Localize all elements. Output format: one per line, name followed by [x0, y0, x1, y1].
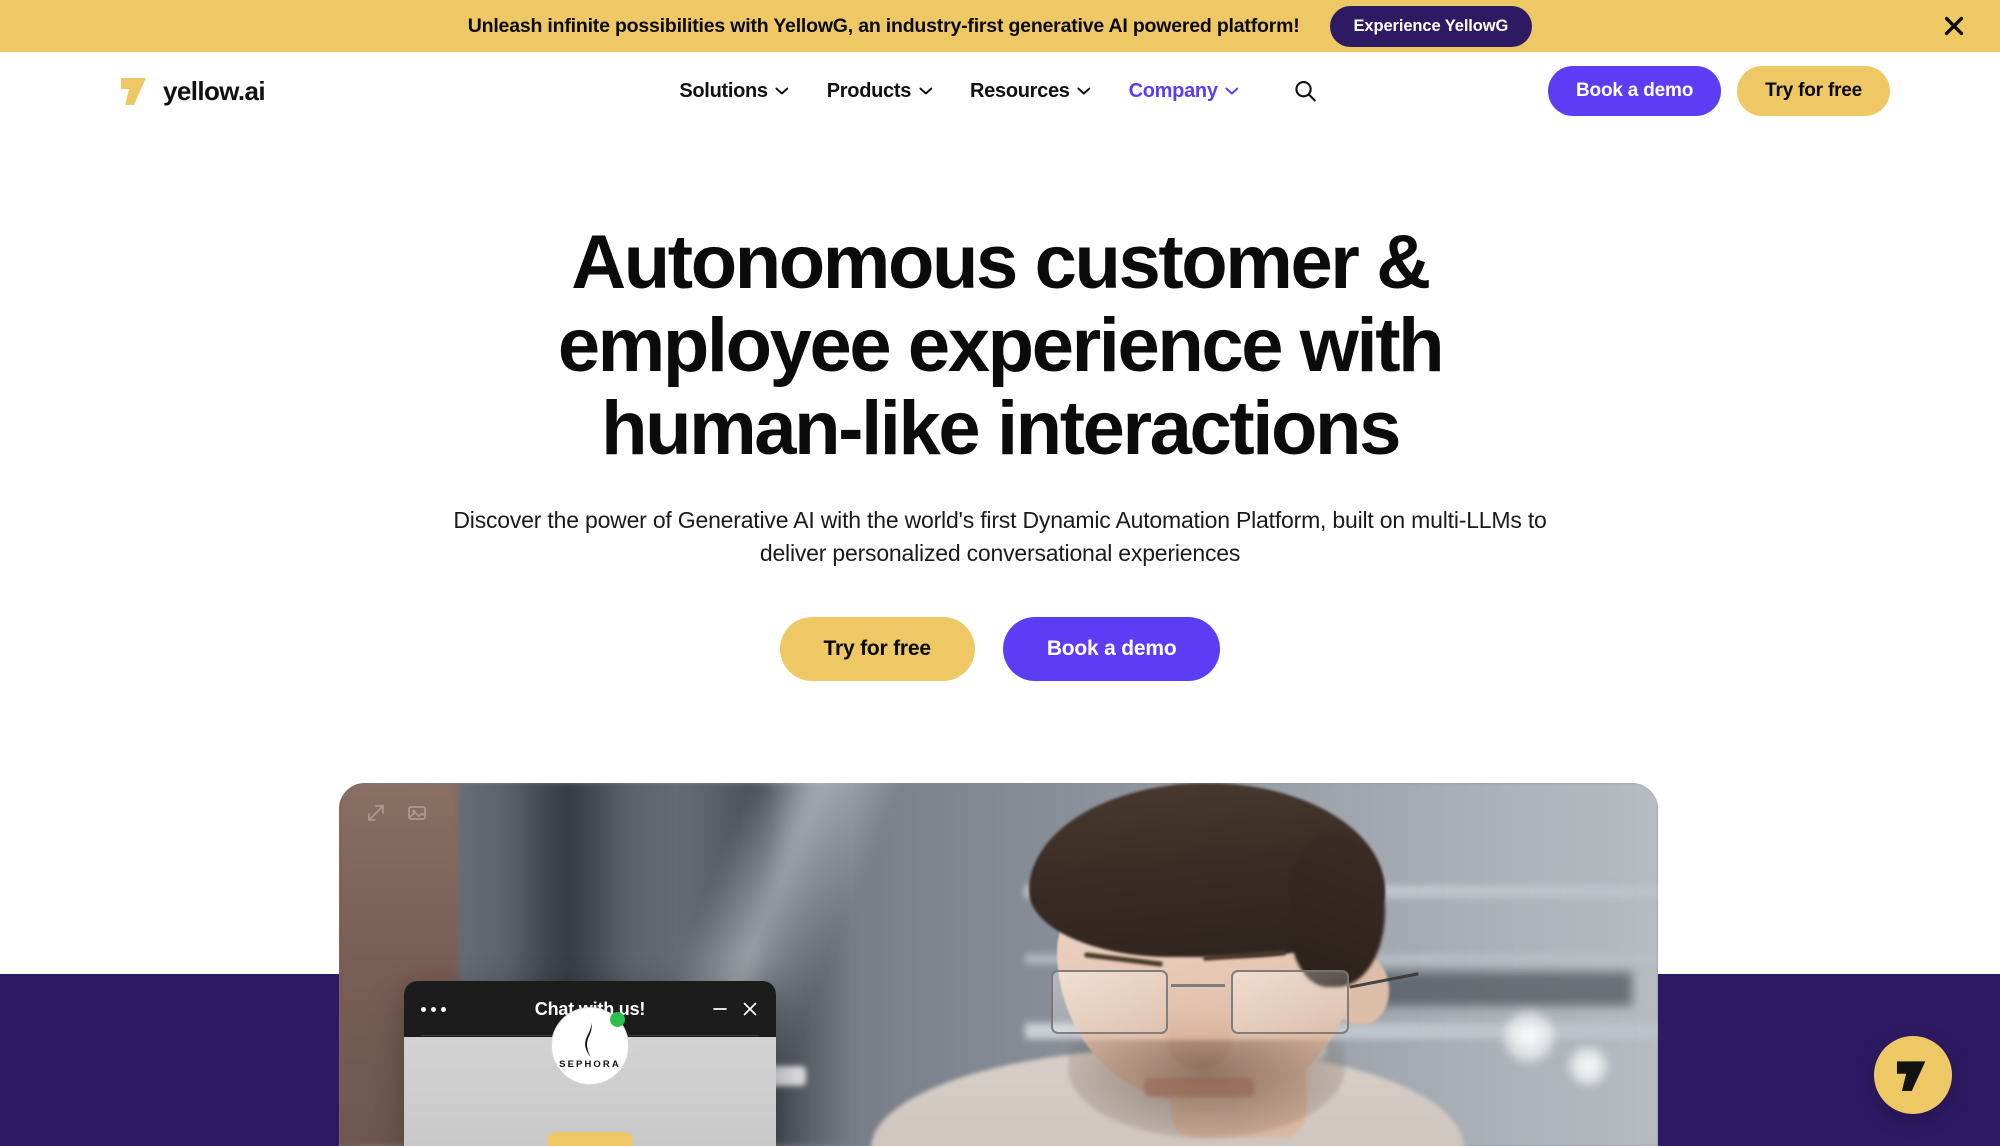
page-title: Autonomous customer & employee experienc… [557, 220, 1445, 471]
yellow-ai-logo-mark [121, 78, 146, 105]
minimize-icon[interactable] [711, 1000, 729, 1018]
hero-section: Autonomous customer & employee experienc… [0, 130, 2000, 681]
nav-menu: Solutions Products Resources Company [679, 76, 1320, 106]
close-icon[interactable] [1940, 12, 1968, 40]
nav-item-company[interactable]: Company [1129, 80, 1239, 103]
avatar: SEPHORA [551, 1007, 629, 1085]
nav-item-label: Company [1128, 79, 1218, 102]
chat-widget-body: SEPHORA [404, 1007, 776, 1146]
promo-banner-text: Unleash infinite possibilities with Yell… [467, 14, 1300, 37]
eyeglasses [1045, 970, 1418, 1035]
media-overlay-tools [363, 800, 431, 826]
nav-item-resources[interactable]: Resources [970, 80, 1091, 103]
main-navigation: yellow.ai Solutions Products Resources C… [0, 52, 2000, 130]
nav-item-products[interactable]: Products [827, 80, 932, 103]
chevron-down-icon [1077, 87, 1091, 95]
nav-item-label: Resources [970, 79, 1070, 102]
try-for-free-button[interactable]: Try for free [1737, 66, 1890, 116]
chevron-down-icon [775, 87, 789, 95]
logo[interactable]: yellow.ai [118, 74, 266, 108]
sephora-flame-icon [585, 1022, 592, 1057]
online-status-indicator [610, 1012, 625, 1027]
chat-widget[interactable]: Chat with us! SEPHORA [404, 981, 776, 1146]
experience-yellowg-button[interactable]: Experience YellowG [1329, 5, 1533, 47]
hero-subtitle: Discover the power of Generative AI with… [453, 507, 1547, 567]
expand-arrow-icon[interactable] [363, 800, 389, 826]
chat-message-bubble [547, 1132, 633, 1146]
hero-cta-group: Try for free Book a demo [0, 616, 2000, 681]
book-a-demo-button[interactable]: Book a demo [1548, 66, 1722, 116]
search-icon[interactable] [1291, 76, 1321, 106]
chat-launcher-button[interactable] [1874, 1036, 1952, 1114]
yellow-ai-logo-mark [1896, 1061, 1926, 1092]
logo-text: yellow.ai [163, 75, 266, 106]
hero-book-a-demo-button[interactable]: Book a demo [1002, 616, 1221, 681]
nav-item-solutions[interactable]: Solutions [679, 79, 789, 103]
three-dots-icon[interactable] [421, 1006, 446, 1012]
promo-banner: Unleash infinite possibilities with Yell… [0, 0, 2000, 52]
chevron-down-icon [1225, 87, 1239, 95]
hero-try-for-free-button[interactable]: Try for free [779, 616, 975, 681]
close-icon[interactable] [741, 1000, 759, 1018]
nav-actions: Book a demo Try for free [1548, 66, 1890, 116]
nav-item-label: Products [826, 79, 912, 102]
person-figure [870, 783, 1465, 1146]
chevron-down-icon [919, 87, 932, 95]
avatar-brand-label: SEPHORA [559, 1058, 621, 1070]
nav-item-label: Solutions [679, 79, 768, 102]
picture-icon[interactable] [405, 800, 431, 826]
chat-widget-controls [711, 1000, 759, 1018]
